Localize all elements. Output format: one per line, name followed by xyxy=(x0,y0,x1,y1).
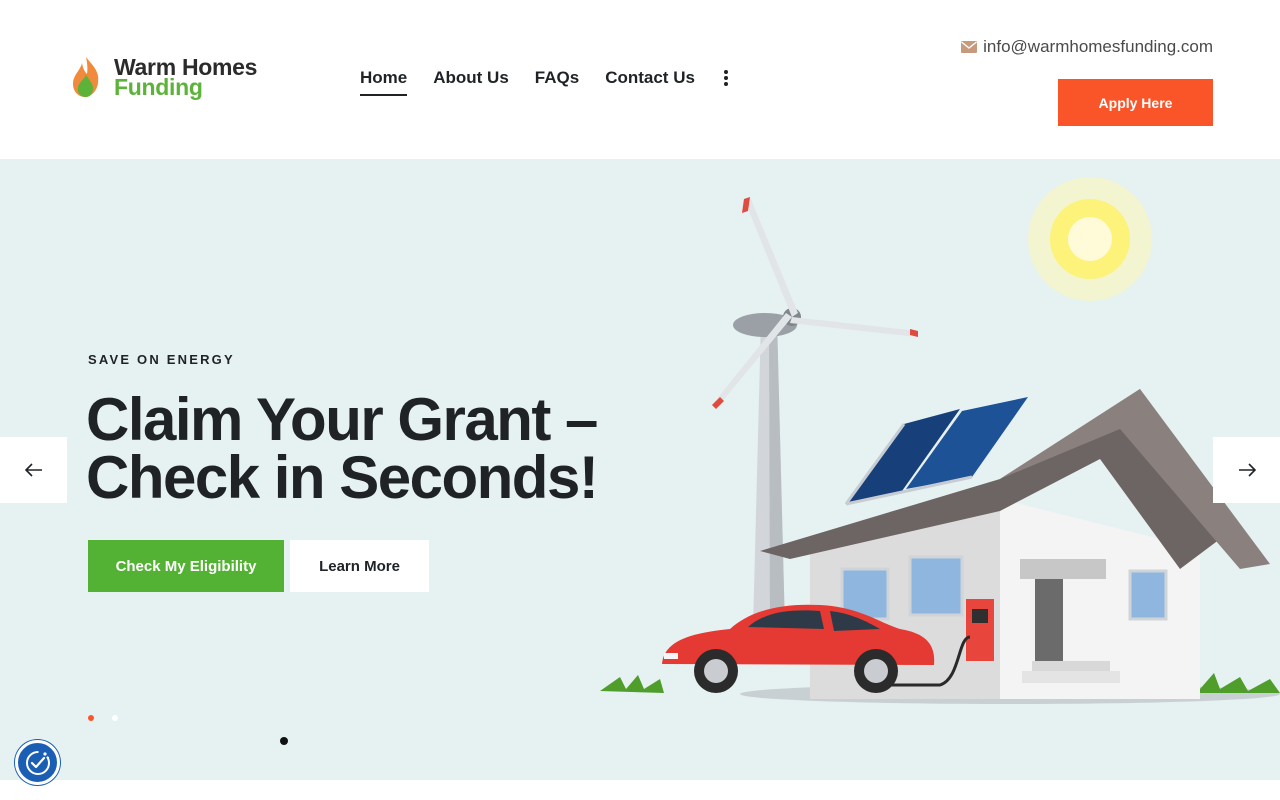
email-text: info@warmhomesfunding.com xyxy=(983,37,1213,56)
envelope-icon xyxy=(961,41,978,53)
vertical-dots-icon[interactable] xyxy=(721,70,731,86)
green-energy-house-illustration xyxy=(600,177,1280,704)
arrow-left-icon xyxy=(24,463,42,477)
nav-item-home[interactable]: Home xyxy=(360,68,408,96)
contact-email[interactable]: info@warmhomesfunding.com xyxy=(961,37,1213,57)
brand-name-line2: Funding xyxy=(114,74,203,100)
hero-headline-line1: Claim Your Grant – xyxy=(86,386,598,453)
arrow-right-icon xyxy=(1238,463,1256,477)
hero-eyebrow: SAVE ON ENERGY xyxy=(88,352,235,367)
learn-more-button[interactable]: Learn More xyxy=(290,540,429,592)
nav-item-contact-us[interactable]: Contact Us xyxy=(605,68,695,94)
cookie-consent-icon xyxy=(25,750,50,775)
flame-logo-icon xyxy=(73,57,99,97)
scroll-indicator-dot xyxy=(280,737,288,745)
hero-headline: Claim Your Grant – Check in Seconds! xyxy=(86,390,646,508)
slider-dot-2[interactable] xyxy=(112,715,118,721)
nav-item-faqs[interactable]: FAQs xyxy=(535,68,579,94)
slider-prev-button[interactable] xyxy=(0,437,67,503)
slider-next-button[interactable] xyxy=(1213,437,1280,503)
hero-slider: SAVE ON ENERGY Claim Your Grant – Check … xyxy=(0,159,1280,780)
page-bottom-strip xyxy=(0,780,1280,800)
cookie-consent-button[interactable] xyxy=(15,740,60,785)
hero-headline-line2: Check in Seconds! xyxy=(86,444,599,511)
check-eligibility-button[interactable]: Check My Eligibility xyxy=(88,540,284,592)
site-header: Warm Homes Funding Home About Us FAQs Co… xyxy=(0,0,1280,159)
main-nav: Home About Us FAQs Contact Us xyxy=(360,68,731,96)
apply-here-button[interactable]: Apply Here xyxy=(1058,79,1213,126)
nav-item-about-us[interactable]: About Us xyxy=(433,68,509,94)
slider-dot-1[interactable] xyxy=(88,715,94,721)
brand-logo[interactable]: Warm Homes Funding xyxy=(70,54,270,100)
